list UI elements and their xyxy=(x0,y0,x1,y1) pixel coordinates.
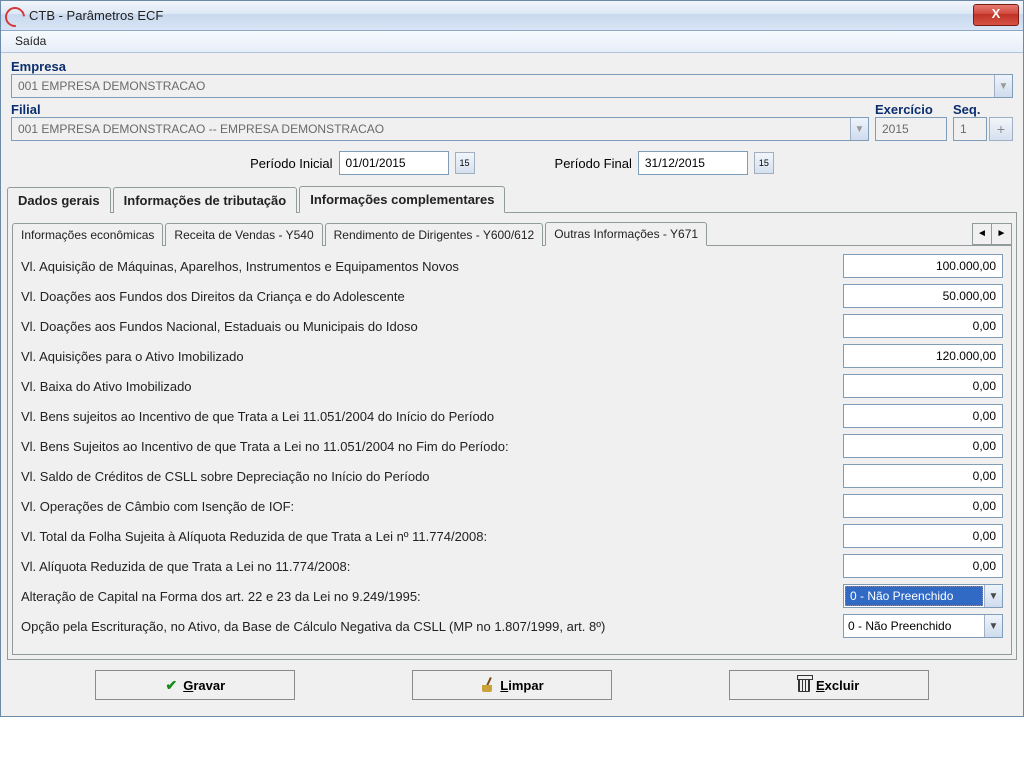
subtab-receita-vendas[interactable]: Receita de Vendas - Y540 xyxy=(165,223,322,246)
subtab-rendimento-dirigentes[interactable]: Rendimento de Dirigentes - Y600/612 xyxy=(325,223,544,246)
trash-icon xyxy=(798,678,810,692)
chevron-down-icon: ▼ xyxy=(984,585,1002,607)
field-label: Vl. Baixa do Ativo Imobilizado xyxy=(21,379,843,394)
field-row: Vl. Bens Sujeitos ao Incentivo de que Tr… xyxy=(21,434,1003,458)
combo-value: 0 - Não Preenchido xyxy=(844,615,984,637)
field-row: Vl. Aquisições para o Ativo Imobilizado xyxy=(21,344,1003,368)
subtab-panel-outras-info: Vl. Aquisição de Máquinas, Aparelhos, In… xyxy=(12,246,1012,655)
periodo-inicial-input[interactable] xyxy=(339,151,449,175)
tab-dados-gerais[interactable]: Dados gerais xyxy=(7,187,111,213)
periodo-final-input[interactable] xyxy=(638,151,748,175)
vl-doacoes-crianca-input[interactable] xyxy=(843,284,1003,308)
close-button[interactable]: X xyxy=(973,4,1019,26)
exercicio-label: Exercício xyxy=(875,102,947,117)
excluir-button[interactable]: Excluir xyxy=(729,670,929,700)
field-label: Alteração de Capital na Forma dos art. 2… xyxy=(21,589,843,604)
subtab-outras-info[interactable]: Outras Informações - Y671 xyxy=(545,222,707,246)
vl-doacoes-idoso-input[interactable] xyxy=(843,314,1003,338)
field-row: Opção pela Escrituração, no Ativo, da Ba… xyxy=(21,614,1003,638)
vl-total-folha-input[interactable] xyxy=(843,524,1003,548)
empresa-value: 001 EMPRESA DEMONSTRACAO xyxy=(12,79,994,93)
empresa-combo[interactable]: 001 EMPRESA DEMONSTRACAO ▼ xyxy=(11,74,1013,98)
titlebar: CTB - Parâmetros ECF X xyxy=(1,1,1023,31)
app-window: CTB - Parâmetros ECF X Saída Empresa 001… xyxy=(0,0,1024,717)
periodo-inicial-label: Período Inicial xyxy=(250,156,332,171)
btn-label-rest: ravar xyxy=(193,678,225,693)
menubar: Saída xyxy=(1,31,1023,53)
main-tabs: Dados gerais Informações de tributação I… xyxy=(7,185,1017,660)
empresa-label: Empresa xyxy=(11,59,1013,74)
chevron-down-icon: ▼ xyxy=(850,118,868,140)
vl-bens-inicio-input[interactable] xyxy=(843,404,1003,428)
field-row: Vl. Total da Folha Sujeita à Alíquota Re… xyxy=(21,524,1003,548)
vl-bens-fim-input[interactable] xyxy=(843,434,1003,458)
field-row: Vl. Doações aos Fundos dos Direitos da C… xyxy=(21,284,1003,308)
tab-info-tributacao[interactable]: Informações de tributação xyxy=(113,187,298,213)
filial-combo[interactable]: 001 EMPRESA DEMONSTRACAO -- EMPRESA DEMO… xyxy=(11,117,869,141)
gravar-button[interactable]: ✔ Gravar xyxy=(95,670,295,700)
seq-add-button[interactable]: + xyxy=(989,117,1013,141)
field-label: Vl. Doações aos Fundos dos Direitos da C… xyxy=(21,289,843,304)
seq-input[interactable] xyxy=(953,117,987,141)
seq-label: Seq. xyxy=(953,102,1013,117)
chevron-down-icon: ▼ xyxy=(994,75,1012,97)
field-label: Vl. Aquisição de Máquinas, Aparelhos, In… xyxy=(21,259,843,274)
subtab-scroll-left[interactable]: ◄ xyxy=(972,223,992,245)
periodo-final-label: Período Final xyxy=(555,156,632,171)
combo-value: 0 - Não Preenchido xyxy=(845,586,983,606)
field-label: Vl. Aquisições para o Ativo Imobilizado xyxy=(21,349,843,364)
window-title: CTB - Parâmetros ECF xyxy=(29,8,163,23)
tab-panel-complementares: Informações econômicas Receita de Vendas… xyxy=(7,213,1017,660)
chevron-down-icon: ▼ xyxy=(984,615,1002,637)
periodo-row: Período Inicial 15 Período Final 15 xyxy=(11,151,1013,175)
content-area: Empresa 001 EMPRESA DEMONSTRACAO ▼ Filia… xyxy=(1,53,1023,716)
field-row: Vl. Bens sujeitos ao Incentivo de que Tr… xyxy=(21,404,1003,428)
vl-baixa-ativo-input[interactable] xyxy=(843,374,1003,398)
calendar-icon[interactable]: 15 xyxy=(754,152,774,174)
check-icon: ✔ xyxy=(165,677,177,694)
calendar-icon[interactable]: 15 xyxy=(455,152,475,174)
menu-saida[interactable]: Saída xyxy=(9,32,52,50)
vl-aquisicao-maquinas-input[interactable] xyxy=(843,254,1003,278)
vl-aquisicoes-ativo-input[interactable] xyxy=(843,344,1003,368)
subtab-info-economicas[interactable]: Informações econômicas xyxy=(12,223,163,246)
filial-value: 001 EMPRESA DEMONSTRACAO -- EMPRESA DEMO… xyxy=(12,122,850,136)
field-row: Vl. Doações aos Fundos Nacional, Estadua… xyxy=(21,314,1003,338)
field-row: Vl. Baixa do Ativo Imobilizado xyxy=(21,374,1003,398)
field-label: Vl. Bens Sujeitos ao Incentivo de que Tr… xyxy=(21,439,843,454)
vl-aliquota-reduzida-input[interactable] xyxy=(843,554,1003,578)
broom-icon xyxy=(480,678,494,692)
field-row: Alteração de Capital na Forma dos art. 2… xyxy=(21,584,1003,608)
app-icon xyxy=(5,7,23,25)
header-block: Empresa 001 EMPRESA DEMONSTRACAO ▼ Filia… xyxy=(7,57,1017,183)
button-bar: ✔ Gravar Limpar Excluir xyxy=(7,660,1017,710)
vl-operacoes-cambio-input[interactable] xyxy=(843,494,1003,518)
field-row: Vl. Operações de Câmbio com Isenção de I… xyxy=(21,494,1003,518)
filial-label: Filial xyxy=(11,102,869,117)
exercicio-input[interactable] xyxy=(875,117,947,141)
field-label: Vl. Saldo de Créditos de CSLL sobre Depr… xyxy=(21,469,843,484)
field-label: Vl. Bens sujeitos ao Incentivo de que Tr… xyxy=(21,409,843,424)
field-row: Vl. Aquisição de Máquinas, Aparelhos, In… xyxy=(21,254,1003,278)
field-row: Vl. Alíquota Reduzida de que Trata a Lei… xyxy=(21,554,1003,578)
field-label: Vl. Total da Folha Sujeita à Alíquota Re… xyxy=(21,529,843,544)
field-label: Vl. Alíquota Reduzida de que Trata a Lei… xyxy=(21,559,843,574)
tab-info-complementares[interactable]: Informações complementares xyxy=(299,186,505,213)
field-label: Vl. Doações aos Fundos Nacional, Estadua… xyxy=(21,319,843,334)
limpar-button[interactable]: Limpar xyxy=(412,670,612,700)
alteracao-capital-combo[interactable]: 0 - Não Preenchido ▼ xyxy=(843,584,1003,608)
field-row: Vl. Saldo de Créditos de CSLL sobre Depr… xyxy=(21,464,1003,488)
vl-saldo-csll-input[interactable] xyxy=(843,464,1003,488)
field-label: Opção pela Escrituração, no Ativo, da Ba… xyxy=(21,619,843,634)
subtab-scroll-right[interactable]: ► xyxy=(992,223,1012,245)
opcao-escrituracao-combo[interactable]: 0 - Não Preenchido ▼ xyxy=(843,614,1003,638)
field-label: Vl. Operações de Câmbio com Isenção de I… xyxy=(21,499,843,514)
